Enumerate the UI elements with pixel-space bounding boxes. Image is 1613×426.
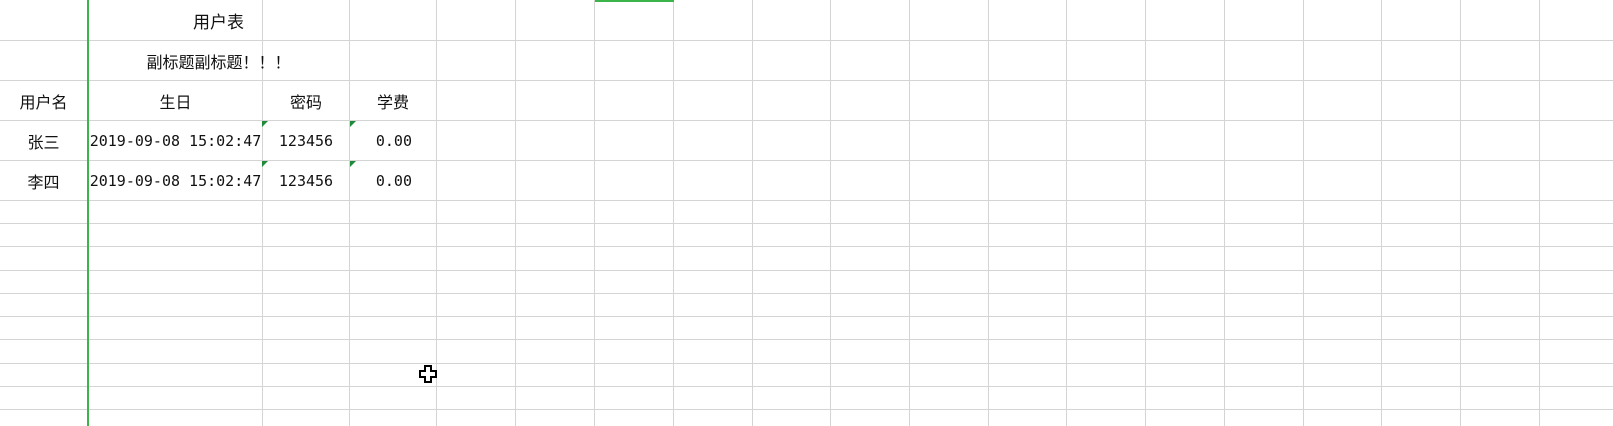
- number-as-text-marker-icon: [262, 161, 268, 167]
- header-tuition[interactable]: 学费: [350, 81, 436, 120]
- header-username[interactable]: 用户名: [0, 81, 87, 120]
- header-password[interactable]: 密码: [263, 81, 349, 120]
- row1-username-cell[interactable]: 张三: [0, 121, 87, 160]
- spreadsheet-grid[interactable]: 用户表 副标题副标题！！！ 用户名 生日 密码 学费 张三 2019-09-08…: [0, 0, 1613, 426]
- row-gridline: [0, 223, 1613, 224]
- row-gridline: [0, 409, 1613, 410]
- number-as-text-marker-icon: [350, 121, 356, 127]
- cross-cursor-icon: [419, 365, 437, 383]
- sheet-subtitle-cell[interactable]: 副标题副标题！！！: [89, 41, 348, 80]
- row-gridline: [0, 200, 1613, 201]
- row-gridline: [0, 316, 1613, 317]
- row-gridline: [0, 270, 1613, 271]
- header-birthday[interactable]: 生日: [89, 81, 262, 120]
- row1-password-cell[interactable]: 123456: [263, 121, 349, 160]
- row-gridline: [0, 363, 1613, 364]
- sheet-title-cell[interactable]: 用户表: [89, 0, 348, 40]
- row1-tuition-cell[interactable]: 0.00: [350, 121, 436, 160]
- row2-password-cell[interactable]: 123456: [263, 161, 349, 200]
- number-as-text-marker-icon: [262, 121, 268, 127]
- row2-username-cell[interactable]: 李四: [0, 161, 87, 200]
- row1-birthday-cell[interactable]: 2019-09-08 15:02:47: [89, 121, 262, 160]
- row2-tuition-cell[interactable]: 0.00: [350, 161, 436, 200]
- row-gridline: [0, 339, 1613, 340]
- number-as-text-marker-icon: [350, 161, 356, 167]
- row2-birthday-cell[interactable]: 2019-09-08 15:02:47: [89, 161, 262, 200]
- row-gridline: [0, 293, 1613, 294]
- row-gridline: [0, 386, 1613, 387]
- selection-border-top: [595, 0, 674, 2]
- row-gridline: [0, 246, 1613, 247]
